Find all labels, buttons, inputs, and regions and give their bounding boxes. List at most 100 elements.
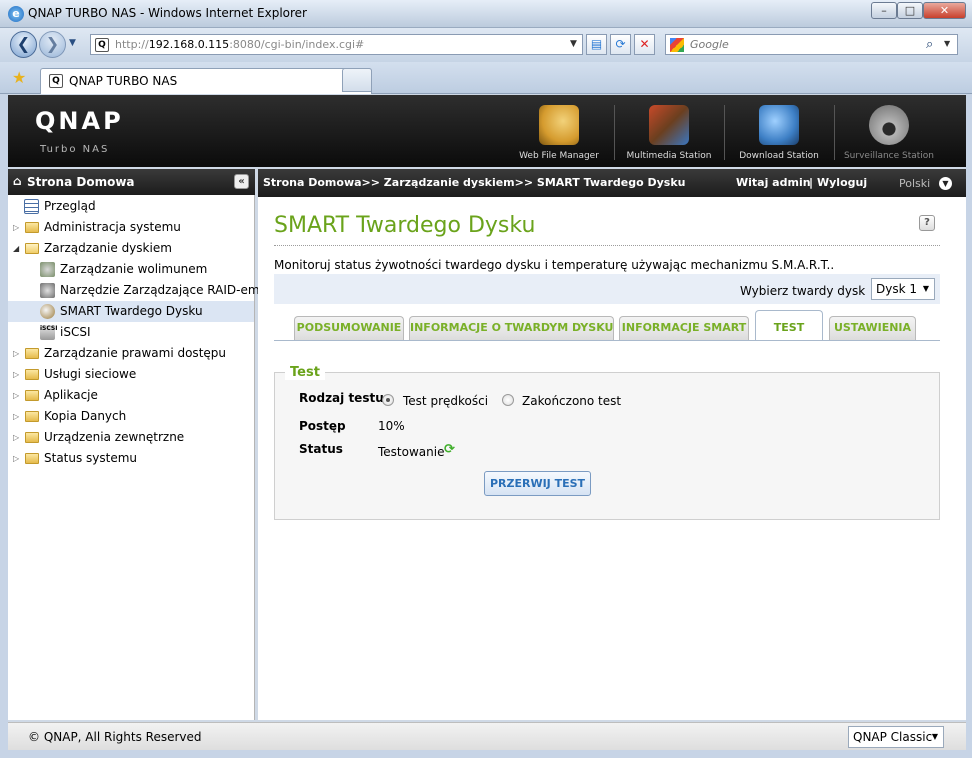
radio-fast-test[interactable] [382, 394, 394, 406]
theme-select-value: QNAP Classic [853, 730, 933, 744]
app-surveillance-station[interactable]: Surveillance Station [834, 95, 944, 167]
app-multimedia-station[interactable]: Multimedia Station [614, 95, 724, 167]
welcome-text: Witaj admin [736, 176, 811, 189]
back-button[interactable]: ❮ [10, 31, 37, 58]
tab-test[interactable]: TEST [755, 310, 823, 341]
sidebar-item-status-systemu[interactable]: ▷ Status systemu [8, 448, 254, 469]
search-icon[interactable]: ⌕ [926, 37, 933, 52]
breadcrumb: Strona Domowa>> Zarządzanie dyskiem>> SM… [263, 176, 686, 189]
collapse-sidebar-button[interactable]: « [234, 174, 249, 189]
iscsi-icon: iSCSI [40, 325, 57, 340]
sidebar-item-aplikacje[interactable]: ▷ Aplikacje [8, 385, 254, 406]
download-icon [759, 105, 799, 145]
folder-icon [25, 432, 39, 443]
expand-arrow-icon[interactable]: ▷ [13, 364, 19, 385]
sidebar-item-raid[interactable]: Narzędzie Zarządzające RAID-em [8, 280, 260, 301]
sidebar: ⌂ Strona Domowa « Przegląd ▷ Administrac… [8, 169, 260, 720]
forward-button[interactable]: ❯ [39, 31, 66, 58]
search-placeholder: Google [690, 38, 729, 51]
raid-icon [40, 283, 55, 298]
sidebar-item-zarzadzanie-dyskiem[interactable]: ◢ Zarządzanie dyskiem [8, 238, 254, 259]
sidebar-item-smart[interactable]: SMART Twardego Dysku [8, 301, 254, 322]
history-dropdown-icon[interactable]: ▼ [69, 38, 76, 48]
camera-icon [869, 105, 909, 145]
page-description: Monitoruj status żywotności twardego dys… [274, 258, 835, 272]
sidebar-item-label: iSCSI [60, 325, 91, 339]
file-manager-icon [539, 105, 579, 145]
sidebar-item-label: Administracja systemu [44, 220, 181, 234]
expand-arrow-icon[interactable]: ▷ [13, 448, 19, 469]
sidebar-item-iscsi[interactable]: iSCSI iSCSI [8, 322, 254, 343]
compatibility-view-icon[interactable]: ▤ [586, 34, 607, 55]
folder-icon [25, 390, 39, 401]
sidebar-item-przeglad[interactable]: Przegląd [8, 196, 254, 217]
expand-arrow-icon[interactable]: ▷ [13, 427, 19, 448]
tab-ustawienia[interactable]: USTAWIENIA [829, 316, 916, 340]
folder-icon [25, 369, 39, 380]
expand-arrow-icon[interactable]: ▷ [13, 217, 19, 238]
new-tab-button[interactable] [342, 68, 372, 92]
test-legend: Test [285, 365, 325, 380]
sidebar-item-administracja[interactable]: ▷ Administracja systemu [8, 217, 254, 238]
app-label: Multimedia Station [626, 151, 712, 161]
expand-arrow-icon[interactable]: ▷ [13, 406, 19, 427]
stop-test-button[interactable]: PRZERWIJ TEST [484, 471, 591, 496]
logout-link[interactable]: Wyloguj [817, 176, 867, 189]
radio-complete-test-label[interactable]: Zakończono test [522, 394, 621, 408]
window-title: QNAP TURBO NAS - Windows Internet Explor… [28, 6, 307, 20]
chevron-down-icon: ▼ [922, 284, 929, 293]
disk-select-row: Wybierz twardy dysk Dysk 1 ▼ [274, 274, 940, 304]
qnap-logo-subtitle: Turbo NAS [40, 144, 110, 155]
maximize-button[interactable]: □ [897, 2, 923, 19]
close-button[interactable]: ✕ [923, 2, 966, 19]
tab-informacje-smart[interactable]: INFORMACJE SMART [619, 316, 749, 340]
tab-underline [274, 340, 940, 341]
refresh-spinner-icon: ⟳ [444, 442, 455, 457]
expand-arrow-icon[interactable]: ▷ [13, 343, 19, 364]
address-input[interactable]: Q http://192.168.0.115:8080/cgi-bin/inde… [90, 34, 583, 55]
radio-fast-test-label[interactable]: Test prędkości [403, 394, 488, 408]
refresh-icon[interactable]: ⟳ [610, 34, 631, 55]
minimize-button[interactable]: – [871, 2, 897, 19]
sidebar-item-prawa-dostepu[interactable]: ▷ Zarządzanie prawami dostępu [8, 343, 254, 364]
google-logo-icon [670, 38, 684, 52]
language-label[interactable]: Polski [899, 177, 930, 190]
overview-icon [24, 199, 39, 214]
tab-podsumowanie[interactable]: PODSUMOWANIE [294, 316, 404, 340]
search-input[interactable]: Google ⌕ ▼ [665, 34, 958, 55]
url-host: 192.168.0.115 [148, 38, 230, 51]
help-icon[interactable]: ? [919, 215, 935, 231]
app-download-station[interactable]: Download Station [724, 95, 834, 167]
main-content: Strona Domowa>> Zarządzanie dyskiem>> SM… [258, 169, 966, 720]
window-frame-left [0, 94, 8, 758]
address-dropdown-icon[interactable]: ▼ [570, 39, 577, 49]
expand-arrow-icon[interactable]: ▷ [13, 385, 19, 406]
app-label: Download Station [739, 151, 819, 161]
qnap-header: QNAP Turbo NAS Web File Manager Multimed… [8, 95, 966, 167]
language-dropdown-icon[interactable]: ▼ [939, 177, 952, 190]
theme-select[interactable]: QNAP Classic ▼ [848, 726, 944, 748]
sidebar-item-uslugi-sieciowe[interactable]: ▷ Usługi sieciowe [8, 364, 254, 385]
tab-informacje-o-dysku[interactable]: INFORMACJE O TWARDYM DYSKU [409, 316, 614, 340]
browser-tab-active[interactable]: Q QNAP TURBO NAS [40, 68, 372, 94]
home-icon: ⌂ [13, 174, 22, 188]
window-frame-right [966, 94, 972, 758]
folder-icon [25, 453, 39, 464]
sidebar-item-kopia-danych[interactable]: ▷ Kopia Danych [8, 406, 254, 427]
progress-label: Postęp [299, 419, 346, 433]
favorites-star-icon[interactable]: ★ [12, 68, 26, 87]
sidebar-item-wolumen[interactable]: Zarządzanie wolimunem [8, 259, 254, 280]
search-dropdown-icon[interactable]: ▼ [944, 39, 950, 48]
disk-select[interactable]: Dysk 1 ▼ [871, 278, 935, 300]
stop-icon[interactable]: ✕ [634, 34, 655, 55]
folder-open-icon [25, 243, 39, 254]
sidebar-item-label: Aplikacje [44, 388, 98, 402]
app-web-file-manager[interactable]: Web File Manager [504, 95, 614, 167]
collapse-arrow-icon[interactable]: ◢ [13, 238, 19, 259]
sidebar-item-label: Zarządzanie prawami dostępu [44, 346, 226, 360]
sidebar-item-urzadzenia[interactable]: ▷ Urządzenia zewnętrzne [8, 427, 254, 448]
sidebar-item-label: Zarządzanie wolimunem [60, 262, 208, 276]
tab-favicon-icon: Q [49, 74, 63, 88]
radio-complete-test[interactable] [502, 394, 514, 406]
title-divider [274, 245, 940, 246]
